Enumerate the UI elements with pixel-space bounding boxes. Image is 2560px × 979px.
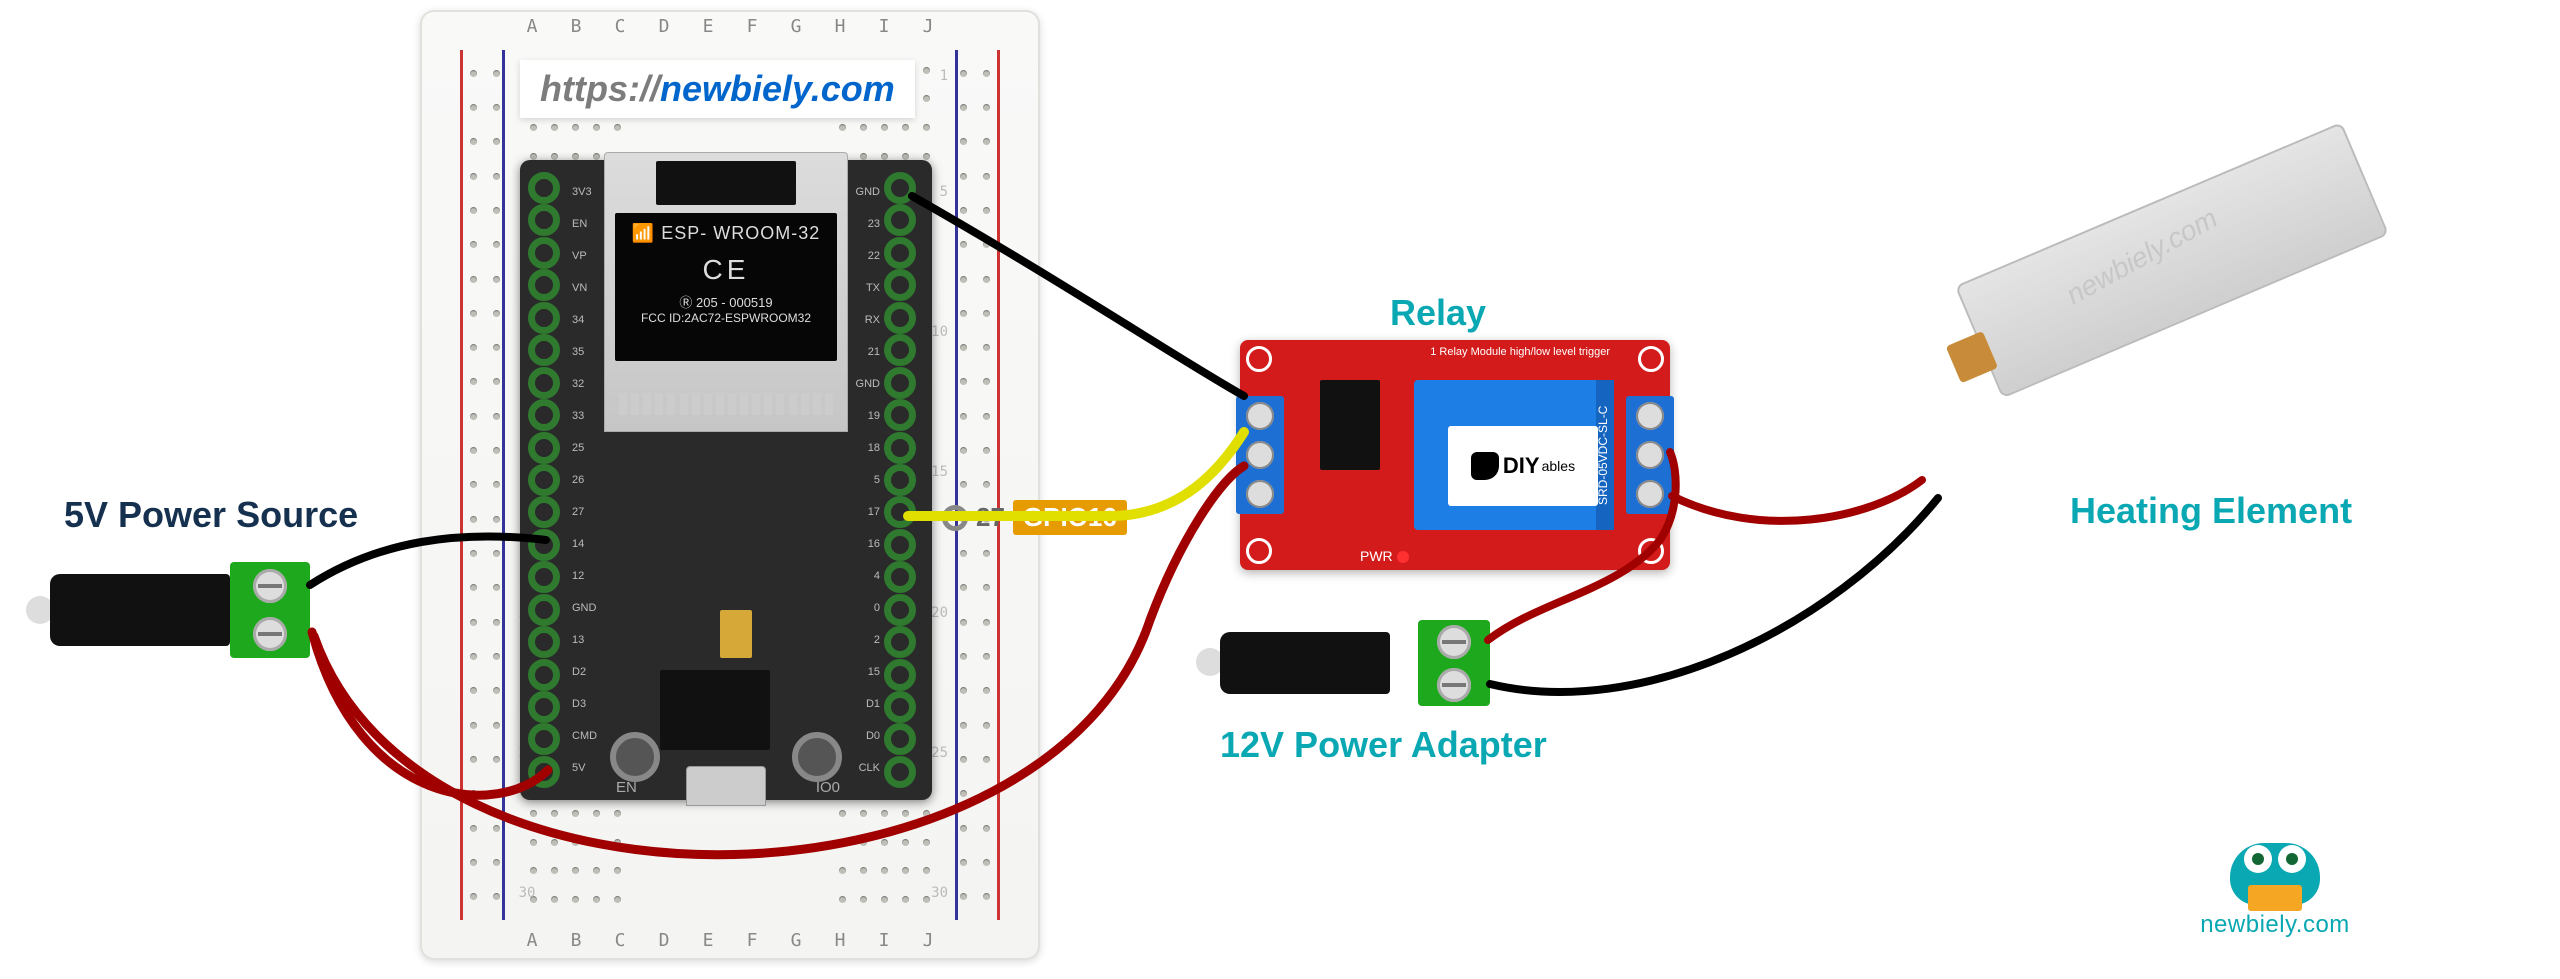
screw-terminal-pos: [1437, 625, 1471, 659]
esp32-headers-left: [528, 172, 568, 788]
esp32-headers-right: [884, 172, 924, 788]
label-relay: Relay: [1390, 292, 1486, 334]
jack-terminal-block: [230, 562, 310, 658]
mount-hole-icon: [1638, 346, 1664, 372]
relay-input-terminals: [1236, 396, 1284, 514]
url-prefix: https://: [540, 68, 660, 109]
terminal-in: [1246, 441, 1274, 469]
relay-cube-text: SRD-05VDC-SL-C: [1596, 380, 1614, 530]
screw-terminal-neg: [253, 569, 287, 603]
terminal-no: [1636, 480, 1664, 508]
esp32-pin-labels-left: 3V3ENVPVN343532332526271412GND13D2D3CMD5…: [572, 186, 602, 774]
screw-terminal-pos: [253, 617, 287, 651]
antenna-icon: [656, 161, 796, 205]
gpio-pin-number: 27: [976, 502, 1005, 533]
usb-chip-icon: [660, 670, 770, 750]
bb-columns-bot: ABCDEFGHIJ: [420, 930, 1040, 954]
jack-body: [50, 574, 230, 646]
terminal-nc: [1636, 402, 1664, 430]
wire-relayno-heater: [1672, 480, 1922, 521]
relay-brand-main: DIY: [1503, 453, 1540, 479]
shield-leads: [619, 381, 833, 421]
mount-hole-icon: [1246, 346, 1272, 372]
bb-rail-pos-left: [460, 50, 463, 920]
url-brand: newbiely: [660, 68, 811, 109]
5v-power-jack: [50, 560, 310, 660]
relay-ic-icon: [1320, 380, 1380, 470]
logo-caption: newbiely.com: [2200, 911, 2350, 939]
esp32-board: 3V3ENVPVN343532332526271412GND13D2D3CMD5…: [520, 160, 932, 800]
relay-brand: DIYables: [1448, 426, 1598, 506]
esp32-fcc: FCC ID:2AC72-ESPWROOM32: [615, 311, 837, 325]
mount-hole-icon: [1638, 538, 1664, 564]
relay-output-terminals: [1626, 396, 1674, 514]
terminal-gnd: [1246, 402, 1274, 430]
bb-rail-neg-right: [955, 50, 958, 920]
newbiely-logo: newbiely.com: [2200, 835, 2350, 939]
gpio-callout: 27 GPIO16: [942, 500, 1127, 535]
brand-logo-icon: [1471, 452, 1499, 480]
en-button: [610, 732, 660, 782]
pin-ring-icon: [942, 505, 968, 531]
url-watermark: https://newbiely.com: [520, 60, 915, 118]
terminal-vcc: [1246, 480, 1274, 508]
heating-element: newbiely.com: [1797, 12, 2462, 619]
io0-label: IO0: [816, 779, 840, 796]
relay-top-text: 1 Relay Module high/low level trigger: [1300, 346, 1610, 358]
relay-module: 1 Relay Module high/low level trigger SR…: [1240, 340, 1670, 570]
owl-icon: [2230, 835, 2320, 905]
12v-power-jack: [1220, 618, 1490, 708]
url-suffix: .com: [811, 68, 895, 109]
gpio-pin-name: GPIO16: [1013, 500, 1127, 535]
ce-mark: CE: [615, 254, 837, 286]
bb-rail-holes-left: [470, 56, 500, 914]
capacitor-icon: [720, 610, 752, 658]
bb-columns-top: ABCDEFGHIJ: [420, 16, 1040, 40]
esp32-pin-labels-right: GND2322TXRX21GND19185171640215D1D0CLK: [850, 186, 880, 774]
terminal-com: [1636, 441, 1664, 469]
relay-brand-suffix: ables: [1542, 458, 1575, 474]
heater-plate: [1955, 122, 2389, 398]
esp32-model: 205 - 000519: [696, 295, 773, 310]
wiring-diagram: ABCDEFGHIJ ABCDEFGHIJ 151015202530 15101…: [0, 0, 2560, 979]
micro-usb-icon: [686, 766, 766, 806]
esp32-shield-title: ESP- WROOM-32: [661, 223, 820, 243]
label-12v-adapter: 12V Power Adapter: [1220, 724, 1547, 766]
bb-rail-pos-right: [997, 50, 1000, 920]
esp32-shield: 📶 ESP- WROOM-32 CE Ⓡ 205 - 000519 FCC ID…: [604, 152, 848, 432]
relay-pwr-label: PWR: [1360, 548, 1409, 564]
label-5v-power: 5V Power Source: [64, 494, 358, 536]
jack-terminal-block: [1418, 620, 1490, 706]
bb-rail-holes-right: [960, 56, 990, 914]
en-label: EN: [616, 779, 637, 796]
esp32-shield-label: 📶 ESP- WROOM-32 CE Ⓡ 205 - 000519 FCC ID…: [615, 213, 837, 361]
screw-terminal-neg: [1437, 668, 1471, 702]
io0-button: [792, 732, 842, 782]
mount-hole-icon: [1246, 538, 1272, 564]
pwr-led-icon: [1397, 551, 1409, 563]
jack-body: [1220, 632, 1390, 694]
bb-rail-neg-left: [502, 50, 505, 920]
